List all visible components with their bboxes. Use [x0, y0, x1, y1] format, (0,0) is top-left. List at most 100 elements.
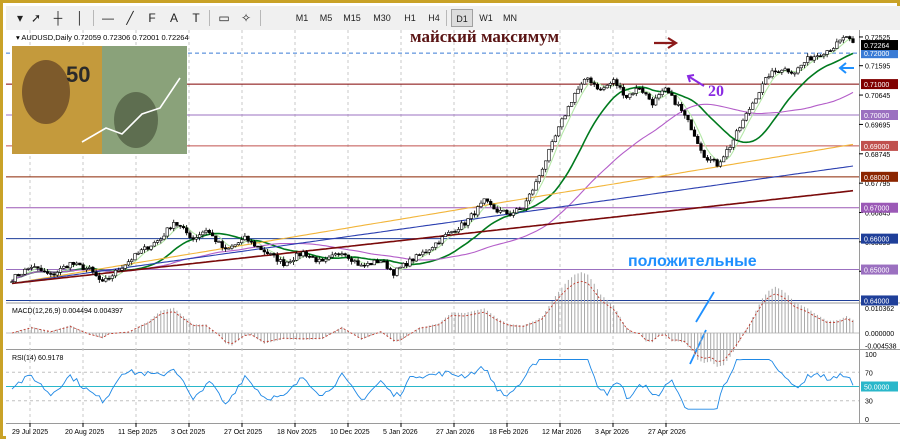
candle-body	[848, 36, 852, 39]
horizontal-line-icon[interactable]: —	[98, 9, 118, 27]
candle-body	[476, 206, 480, 216]
text-label-icon[interactable]: T	[186, 9, 206, 27]
candle	[521, 208, 525, 210]
candle-body	[815, 55, 820, 58]
cursor-icon[interactable]: ➚	[26, 9, 46, 27]
candle-body	[825, 50, 829, 55]
candle-body	[210, 232, 215, 237]
toolbar-separator	[446, 10, 447, 26]
candle-body	[819, 55, 823, 58]
candle-body	[123, 264, 127, 269]
candle	[502, 209, 506, 212]
candle-body	[595, 84, 600, 90]
candle-body	[615, 79, 619, 86]
date-tick-label: 12 Mar 2026	[542, 429, 581, 436]
candle-body	[686, 114, 690, 121]
text-icon[interactable]: A	[164, 9, 184, 27]
candle-body	[463, 222, 467, 226]
candle-body	[337, 253, 341, 255]
toolbar-separator	[209, 10, 210, 26]
trendline-icon[interactable]: ╱	[120, 9, 140, 27]
candle	[395, 267, 399, 277]
candle-body	[599, 88, 603, 91]
candle-body	[159, 238, 163, 241]
timeframe-m5[interactable]: M5	[315, 9, 337, 27]
candle-body	[647, 93, 651, 100]
timeframe-m15[interactable]: M15	[339, 9, 365, 27]
candle-body	[773, 70, 777, 73]
candle-body	[440, 236, 444, 244]
candle-body	[809, 56, 813, 61]
candle-body	[346, 254, 351, 259]
date-tick-label: 18 Nov 2025	[277, 429, 317, 436]
candle-body	[430, 247, 435, 251]
candle-body	[586, 77, 590, 80]
crosshair-icon[interactable]: ┼	[48, 9, 68, 27]
may-high-annotation: майский максимум	[410, 30, 559, 46]
candle-body	[456, 229, 460, 233]
candle	[236, 241, 241, 246]
candle	[751, 101, 755, 110]
price-tick-label: 0.70645	[865, 93, 890, 100]
rectangle-icon[interactable]: ▭	[214, 9, 234, 27]
candle-body	[770, 70, 774, 78]
current-price-label: 0.72264	[864, 43, 889, 50]
candle	[582, 78, 587, 85]
note-denomination: 50	[66, 62, 90, 87]
timeframe-w1[interactable]: W1	[475, 9, 497, 27]
candle-body	[751, 102, 755, 110]
candle-body	[181, 226, 186, 229]
candle-body	[78, 262, 82, 266]
candle-body	[799, 64, 803, 69]
chart-root: 0.725250.715950.706450.696950.687450.677…	[6, 30, 900, 439]
date-tick-label: 29 Jul 2025	[12, 429, 48, 436]
fibonacci-icon[interactable]: F	[142, 9, 162, 27]
candle-body	[23, 268, 27, 275]
candle-body	[178, 225, 182, 227]
shapes-icon[interactable]: ✧	[236, 9, 256, 27]
level-price-tag: 0.70000	[861, 110, 898, 120]
candle-body	[204, 229, 208, 233]
candle-body	[107, 278, 111, 280]
candle	[563, 115, 567, 120]
candle	[256, 245, 260, 248]
candle-body	[314, 257, 318, 263]
candle-body	[120, 268, 124, 271]
ma20-annotation: 20	[708, 83, 724, 100]
candle-body	[644, 92, 648, 95]
candle-body	[434, 242, 438, 248]
candle-body	[524, 200, 528, 209]
macd-tick-label: -0.004538	[865, 344, 897, 351]
candle-body	[722, 156, 726, 163]
candle-body	[421, 251, 425, 256]
candle-body	[217, 241, 221, 243]
candle-body	[835, 41, 839, 49]
candle-body	[576, 88, 580, 94]
candle-body	[252, 241, 257, 247]
timeframe-h1[interactable]: H1	[399, 9, 421, 27]
timeframe-d1[interactable]: D1	[451, 9, 473, 27]
candle-body	[379, 260, 383, 264]
candle	[741, 118, 745, 130]
timeframe-m1[interactable]: M1	[291, 9, 313, 27]
candle	[557, 126, 561, 138]
timeframe-h4[interactable]: H4	[423, 9, 445, 27]
timeframe-m30[interactable]: M30	[369, 9, 395, 27]
rsi-tick-label: 50.0000	[864, 385, 889, 392]
candle-body	[592, 82, 596, 85]
candle-body	[58, 268, 63, 273]
vertical-line-icon[interactable]: │	[70, 9, 90, 27]
candle-body	[741, 119, 745, 129]
candle	[754, 98, 758, 104]
level-price-tag: 0.68000	[861, 171, 898, 182]
chart-area[interactable]: 0.725250.715950.706450.696950.687450.677…	[6, 30, 900, 439]
level-tag-label: 0.67000	[864, 206, 889, 213]
candle-body	[670, 92, 674, 96]
timeframe-mn[interactable]: MN	[499, 9, 521, 27]
level-price-tag: 0.69000	[861, 140, 898, 151]
candle-body	[13, 274, 17, 282]
candle-body	[295, 253, 299, 261]
candle-body	[385, 260, 389, 269]
candle-body	[110, 275, 114, 279]
candle-body	[88, 266, 92, 269]
